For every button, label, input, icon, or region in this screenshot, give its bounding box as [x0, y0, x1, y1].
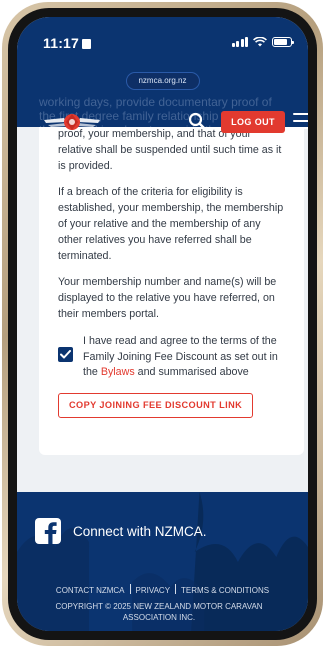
footer-link-terms[interactable]: TERMS & CONDITIONS — [181, 586, 269, 595]
paragraph-breach: If a breach of the criteria for eligibil… — [58, 186, 284, 262]
footer-link-contact[interactable]: CONTACT NZMCA — [56, 586, 125, 595]
social-connect-text: Connect with NZMCA. — [73, 523, 207, 539]
footer-links: CONTACT NZMCA PRIVACY TERMS & CONDITIONS — [17, 584, 308, 595]
status-time-text: 11:17 — [43, 35, 80, 51]
footer-divider — [129, 584, 131, 594]
agree-checkbox-row[interactable]: I have read and agree to the terms of th… — [58, 334, 285, 381]
screen: 11:17 working days, provide documentary … — [17, 17, 308, 631]
battery-icon — [272, 37, 294, 47]
copyright-text: COPYRIGHT © 2025 NEW ZEALAND MOTOR CARAV… — [55, 602, 263, 622]
agree-text-after: and summarised above — [134, 366, 249, 379]
nav-bar: LOG OUT — [17, 102, 308, 142]
url-bar[interactable]: nzmca.org.nz — [125, 72, 200, 90]
nzmca-logo[interactable] — [42, 108, 102, 136]
copy-discount-link-button[interactable]: COPY JOINING FEE DISCOUNT LINK — [58, 393, 254, 419]
status-time: 11:17 — [43, 35, 92, 51]
social-row: Connect with NZMCA. — [35, 518, 207, 544]
cellular-signal-icon — [231, 37, 248, 47]
bylaws-link[interactable]: Bylaws — [101, 366, 135, 378]
paragraph-membership-display: Your membership number and name(s) will … — [58, 276, 277, 320]
content-card: proof, your membership, and that of your… — [39, 127, 304, 455]
status-icons — [231, 37, 294, 47]
search-icon[interactable] — [187, 111, 207, 131]
footer-divider — [175, 584, 177, 594]
facebook-icon[interactable] — [35, 518, 61, 544]
wifi-icon — [253, 37, 267, 47]
agree-checkbox[interactable] — [58, 346, 73, 362]
hamburger-menu-icon[interactable] — [293, 113, 308, 131]
phone-frame: 11:17 working days, provide documentary … — [2, 2, 323, 646]
agree-text: I have read and agree to the terms of th… — [83, 334, 285, 381]
phone-bezel: 11:17 working days, provide documentary … — [8, 8, 317, 640]
status-bar: 11:17 — [17, 17, 308, 67]
checkmark-icon — [60, 349, 71, 359]
site-footer: Connect with NZMCA. CONTACT NZMCA PRIVACY… — [17, 492, 308, 631]
logout-button[interactable]: LOG OUT — [221, 111, 285, 133]
footer-link-privacy[interactable]: PRIVACY — [136, 586, 171, 595]
id-card-icon — [82, 39, 92, 49]
